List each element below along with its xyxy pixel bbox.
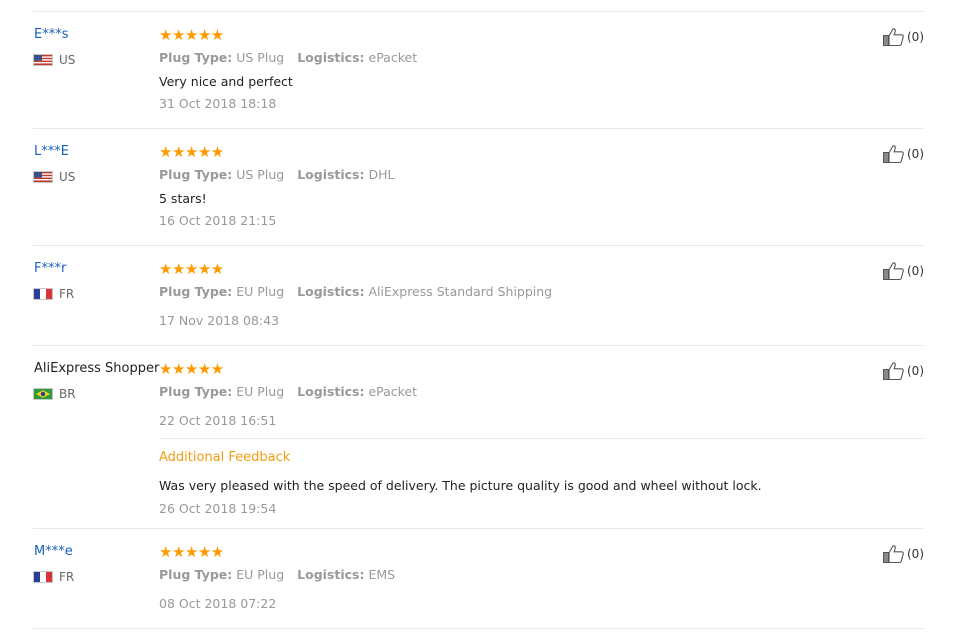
- logistics-value: DHL: [368, 167, 395, 182]
- us-flag-icon: [33, 171, 53, 183]
- thumbs-up-icon: [883, 262, 904, 281]
- logistics-label: Logistics:: [297, 384, 365, 399]
- star-rating: ★★★★★: [159, 26, 224, 44]
- review-text: 5 stars!: [159, 191, 207, 206]
- thumbs-up-icon: [883, 545, 904, 564]
- review-attributes: Plug Type: US Plug Logistics: DHL: [159, 167, 395, 183]
- star-rating: ★★★★★: [159, 260, 224, 278]
- review-divider: [33, 128, 924, 129]
- reviewer-country: BR: [33, 386, 76, 402]
- logistics-value: AliExpress Standard Shipping: [368, 284, 553, 299]
- plug-type-label: Plug Type:: [159, 567, 233, 582]
- star-rating: ★★★★★: [159, 360, 224, 378]
- plug-type-value: EU Plug: [236, 284, 285, 299]
- helpful-button[interactable]: (0): [882, 27, 924, 47]
- reviewer-name: AliExpress Shopper: [34, 361, 160, 376]
- reviewer-name[interactable]: M***e: [34, 544, 73, 560]
- country-code: US: [59, 170, 76, 184]
- additional-feedback-date: 26 Oct 2018 19:54: [159, 501, 277, 516]
- logistics-value: ePacket: [368, 50, 418, 65]
- review-date: 22 Oct 2018 16:51: [159, 413, 277, 428]
- helpful-button[interactable]: (0): [882, 261, 924, 281]
- logistics-value: ePacket: [368, 384, 418, 399]
- country-code: FR: [59, 570, 75, 584]
- helpful-button[interactable]: (0): [882, 544, 924, 564]
- reviewer-name[interactable]: E***s: [34, 27, 69, 43]
- star-rating: ★★★★★: [159, 543, 224, 561]
- plug-type-value: US Plug: [236, 50, 285, 65]
- helpful-button[interactable]: (0): [882, 361, 924, 381]
- helpful-count: (0): [907, 547, 924, 561]
- fr-flag-icon: [33, 571, 53, 583]
- us-flag-icon: [33, 54, 53, 66]
- thumbs-up-icon: [883, 362, 904, 381]
- reviewer-country: US: [33, 52, 75, 68]
- fr-flag-icon: [33, 288, 53, 300]
- review-divider: [33, 528, 924, 529]
- country-code: US: [59, 53, 76, 67]
- review-date: 16 Oct 2018 21:15: [159, 213, 277, 228]
- plug-type-label: Plug Type:: [159, 167, 233, 182]
- logistics-label: Logistics:: [297, 167, 365, 182]
- review-divider: [33, 345, 924, 346]
- logistics-label: Logistics:: [297, 567, 365, 582]
- review-attributes: Plug Type: EU Plug Logistics: EMS: [159, 567, 395, 583]
- review-divider: [33, 245, 924, 246]
- plug-type-value: EU Plug: [236, 384, 285, 399]
- logistics-value: EMS: [368, 567, 396, 582]
- review-attributes: Plug Type: US Plug Logistics: ePacket: [159, 50, 417, 66]
- reviewer-name[interactable]: F***r: [34, 261, 66, 277]
- helpful-button[interactable]: (0): [882, 144, 924, 164]
- thumbs-up-icon: [883, 145, 904, 164]
- plug-type-label: Plug Type:: [159, 384, 233, 399]
- logistics-label: Logistics:: [297, 50, 365, 65]
- review-text: Very nice and perfect: [159, 74, 293, 89]
- additional-feedback-divider: [159, 438, 924, 439]
- helpful-count: (0): [907, 364, 924, 378]
- reviewer-name[interactable]: L***E: [34, 144, 69, 160]
- br-flag-icon: [33, 388, 53, 400]
- helpful-count: (0): [907, 30, 924, 44]
- logistics-label: Logistics:: [297, 284, 365, 299]
- country-code: BR: [59, 387, 76, 401]
- plug-type-value: EU Plug: [236, 567, 285, 582]
- country-code: FR: [59, 287, 75, 301]
- review-attributes: Plug Type: EU Plug Logistics: ePacket: [159, 384, 417, 400]
- plug-type-label: Plug Type:: [159, 284, 233, 299]
- additional-feedback-title: Additional Feedback: [159, 450, 291, 465]
- thumbs-up-icon: [883, 28, 904, 47]
- plug-type-value: US Plug: [236, 167, 285, 182]
- reviewer-country: FR: [33, 286, 74, 302]
- review-divider: [33, 628, 924, 629]
- star-rating: ★★★★★: [159, 143, 224, 161]
- helpful-count: (0): [907, 264, 924, 278]
- top-divider: [33, 11, 924, 12]
- reviewer-country: US: [33, 169, 75, 185]
- review-date: 08 Oct 2018 07:22: [159, 596, 277, 611]
- review-date: 31 Oct 2018 18:18: [159, 96, 277, 111]
- review-attributes: Plug Type: EU Plug Logistics: AliExpress …: [159, 284, 552, 300]
- helpful-count: (0): [907, 147, 924, 161]
- reviewer-country: FR: [33, 569, 74, 585]
- additional-feedback-text: Was very pleased with the speed of deliv…: [159, 478, 762, 493]
- plug-type-label: Plug Type:: [159, 50, 233, 65]
- review-date: 17 Nov 2018 08:43: [159, 313, 280, 328]
